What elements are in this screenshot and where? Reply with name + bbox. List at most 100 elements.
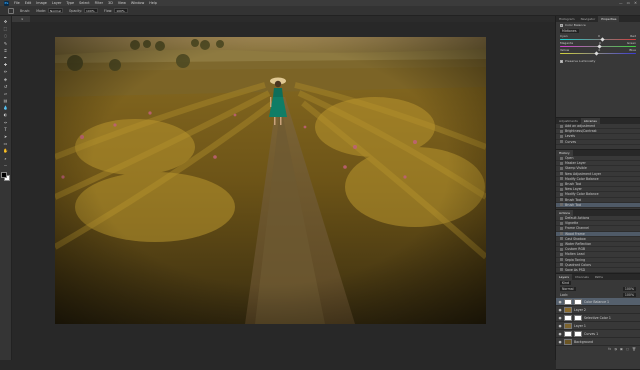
blend-mode-select[interactable]: Normal	[560, 287, 576, 291]
menu-help[interactable]: Help	[149, 1, 157, 5]
menu-file[interactable]: File	[14, 1, 20, 5]
slider-value[interactable]: 0	[598, 48, 600, 52]
close-tab-icon[interactable]: ×	[21, 17, 24, 21]
layer-thumbnail	[564, 330, 572, 337]
lasso-tool-icon[interactable]: ◌	[2, 33, 9, 38]
dodge-tool-icon[interactable]: ◐	[2, 112, 9, 117]
visibility-eye-icon[interactable]: ●	[558, 324, 562, 328]
item-label: Custom RGB	[565, 247, 586, 252]
more-tools-icon[interactable]: ···	[2, 163, 9, 168]
eraser-tool-icon[interactable]: ▱	[2, 91, 9, 96]
visibility-eye-icon[interactable]: ●	[558, 300, 562, 304]
brush-preset-icon[interactable]	[8, 7, 14, 14]
item-icon	[560, 166, 563, 170]
mode-select[interactable]: Normal	[48, 8, 63, 13]
minimize-icon[interactable]: —	[619, 1, 623, 5]
layer-action-icon[interactable]: ◑	[614, 347, 617, 351]
item-label: Sepia Toning	[565, 257, 586, 262]
canvas-area[interactable]	[12, 22, 555, 360]
quick-select-tool-icon[interactable]: ✎	[2, 41, 9, 46]
clone-stamp-tool-icon[interactable]: ⎈	[2, 77, 9, 82]
gradient-tool-icon[interactable]: ▤	[2, 98, 9, 103]
healing-tool-icon[interactable]: ✚	[2, 62, 9, 67]
properties-title: Color Balance	[565, 23, 586, 27]
item-label: Save As PSD	[565, 267, 586, 272]
menu-image[interactable]: Image	[36, 1, 47, 5]
layer-kind-filter[interactable]: Kind	[560, 281, 572, 285]
tone-select[interactable]: Midtones	[560, 29, 579, 33]
list-item[interactable]: Save As PSD	[556, 267, 640, 274]
layer-row[interactable]: ● Background	[556, 338, 640, 346]
menu-view[interactable]: View	[118, 1, 126, 5]
visibility-eye-icon[interactable]: ●	[558, 316, 562, 320]
layer-row[interactable]: ● Layer 2	[556, 306, 640, 314]
path-select-tool-icon[interactable]: ➤	[2, 134, 9, 139]
layer-action-icon[interactable]: 🗑	[632, 347, 636, 351]
menu-select[interactable]: Select	[79, 1, 89, 5]
maximize-icon[interactable]: ▭	[627, 1, 630, 5]
layer-name: Color Balance 1	[584, 299, 610, 304]
color-slider-row: Magenta 0 Green	[556, 41, 640, 49]
right-panel-dock: Histogram Navigator Properties Color Bal…	[555, 16, 640, 370]
layer-action-icon[interactable]: ▢	[626, 347, 629, 351]
visibility-eye-icon[interactable]: ●	[558, 308, 562, 312]
adjustments-list: Add an adjustment Brightness/Contrast Leve…	[556, 124, 640, 145]
history-brush-tool-icon[interactable]: ↺	[2, 84, 9, 89]
visibility-eye-icon[interactable]: ●	[558, 332, 562, 336]
list-item[interactable]: Brush Tool	[556, 202, 640, 208]
opacity-field[interactable]: 100%	[84, 8, 99, 13]
blur-tool-icon[interactable]: 💧	[2, 105, 9, 110]
brush-tool-icon[interactable]: ✏	[2, 69, 9, 74]
flow-field[interactable]: 100%	[114, 8, 129, 13]
menu-filter[interactable]: Filter	[95, 1, 103, 5]
properties-panel: Color Balance Midtones Cyan 0 Red Magenta 0 G…	[556, 22, 640, 118]
menu-3d[interactable]: 3D	[108, 1, 113, 5]
preserve-luminosity-checkbox[interactable]	[560, 59, 563, 63]
item-icon	[560, 187, 563, 191]
type-tool-icon[interactable]: T	[2, 127, 9, 132]
shape-tool-icon[interactable]: ▭	[2, 141, 9, 146]
hand-tool-icon[interactable]: ✋	[2, 148, 9, 153]
crop-tool-icon[interactable]: ⌗	[2, 48, 9, 53]
layer-row[interactable]: ● Selective Color 1	[556, 314, 640, 322]
eyedropper-tool-icon[interactable]: ✒	[2, 55, 9, 60]
slider-track[interactable]	[560, 51, 636, 56]
layer-row[interactable]: ● Curves 1	[556, 330, 640, 338]
document-photo[interactable]	[55, 37, 486, 324]
layer-name: Selective Color 1	[584, 315, 611, 320]
slider-value[interactable]: 0	[598, 34, 600, 38]
layer-fill-field[interactable]: 100%	[622, 293, 636, 297]
layer-action-icon[interactable]: fx	[608, 347, 611, 351]
layer-action-icon[interactable]: ▣	[620, 347, 623, 351]
close-icon[interactable]: ✕	[634, 1, 637, 5]
layer-mask-thumbnail[interactable]	[574, 330, 582, 337]
zoom-tool-icon[interactable]: ⌕	[2, 156, 9, 161]
options-bar: Brush: Mode: Normal Opacity: 100% Flow: …	[0, 6, 640, 16]
menu-type[interactable]: Type	[66, 1, 74, 5]
color-balance-sliders: Cyan 0 Red Magenta 0 Green Yellow 0 Blue	[556, 34, 640, 56]
layer-thumbnail	[564, 298, 572, 305]
layer-mask-thumbnail[interactable]	[574, 298, 582, 305]
layer-opacity-field[interactable]: 100%	[622, 287, 636, 291]
item-icon	[560, 268, 563, 272]
slider-handle[interactable]	[594, 51, 599, 56]
layer-row[interactable]: ● Color Balance 1	[556, 298, 640, 306]
move-tool-icon[interactable]: ✥	[2, 19, 9, 24]
adjustment-icon	[560, 23, 563, 27]
layer-row[interactable]: ● Layer 1	[556, 322, 640, 330]
list-item[interactable]: Curves	[556, 140, 640, 145]
color-swatches[interactable]	[1, 171, 10, 181]
foreground-color-swatch[interactable]	[1, 171, 7, 178]
item-icon	[560, 134, 563, 138]
pen-tool-icon[interactable]: ✑	[2, 120, 9, 125]
item-label: Open	[565, 156, 574, 161]
marquee-tool-icon[interactable]: ⬚	[2, 26, 9, 31]
visibility-eye-icon[interactable]: ●	[558, 340, 562, 344]
item-icon	[560, 203, 563, 207]
menu-edit[interactable]: Edit	[25, 1, 32, 5]
slider-labels: Cyan 0 Red	[560, 34, 636, 38]
menu-window[interactable]: Window	[131, 1, 144, 5]
menu-layer[interactable]: Layer	[52, 1, 61, 5]
slider-labels: Yellow 0 Blue	[560, 48, 636, 52]
layer-mask-thumbnail[interactable]	[574, 314, 582, 321]
